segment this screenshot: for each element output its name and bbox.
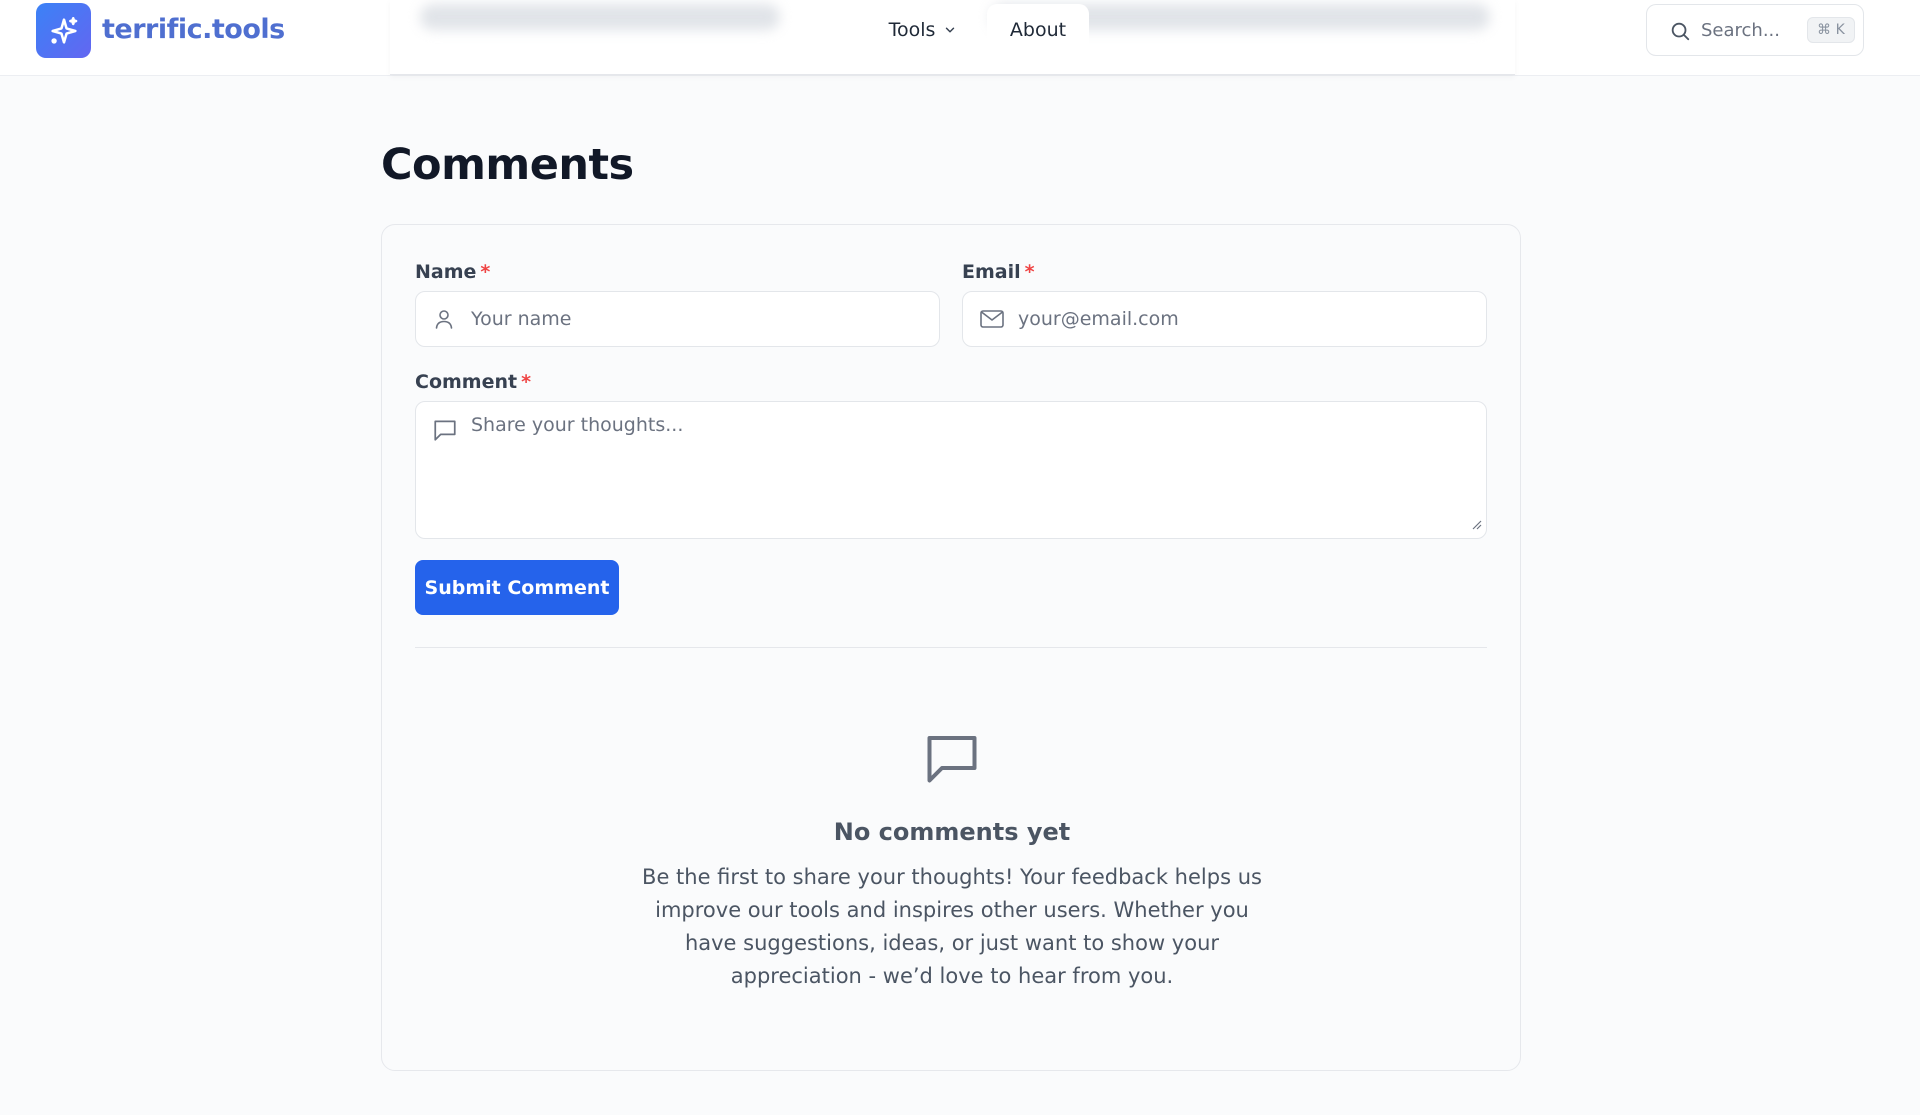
comment-textarea[interactable]: Share your thoughts... bbox=[415, 401, 1487, 539]
required-marker: * bbox=[480, 261, 491, 283]
nav-tools-label: Tools bbox=[888, 19, 936, 41]
required-marker: * bbox=[1024, 261, 1035, 283]
comment-label: Comment * bbox=[415, 371, 531, 393]
email-label: Email * bbox=[962, 261, 1035, 283]
comments-card: Name * Your name Email * your@email.com Co… bbox=[381, 224, 1521, 1071]
mail-icon bbox=[979, 307, 1005, 335]
nav-tools-button[interactable]: Tools bbox=[868, 4, 978, 56]
email-input[interactable]: your@email.com bbox=[962, 291, 1487, 347]
comment-bubble-icon bbox=[922, 728, 982, 792]
search-icon bbox=[1669, 20, 1691, 46]
required-marker: * bbox=[521, 371, 532, 393]
name-placeholder: Your name bbox=[471, 308, 572, 330]
email-placeholder: your@email.com bbox=[1018, 308, 1179, 330]
search-placeholder: Search... bbox=[1701, 20, 1781, 41]
user-icon bbox=[432, 307, 456, 335]
logo[interactable] bbox=[36, 3, 91, 58]
divider bbox=[415, 647, 1487, 648]
nav-about-link[interactable]: About bbox=[987, 4, 1089, 56]
resize-handle-icon[interactable] bbox=[1472, 515, 1482, 534]
empty-state-title: No comments yet bbox=[833, 818, 1071, 846]
name-label-text: Name bbox=[415, 261, 477, 283]
sparkle-icon bbox=[50, 16, 77, 44]
comment-label-text: Comment bbox=[415, 371, 518, 393]
name-input[interactable]: Your name bbox=[415, 291, 940, 347]
email-label-text: Email bbox=[962, 261, 1021, 283]
comment-placeholder: Share your thoughts... bbox=[471, 414, 684, 436]
submit-comment-button[interactable]: Submit Comment bbox=[415, 560, 619, 615]
search-button[interactable]: Search... ⌘ K bbox=[1646, 4, 1864, 56]
message-square-icon bbox=[432, 417, 458, 447]
search-shortcut-badge: ⌘ K bbox=[1807, 17, 1855, 43]
top-header: terrific.tools Tools About Search... ⌘ K bbox=[0, 0, 1920, 76]
page-title: Comments bbox=[381, 140, 634, 190]
chevron-down-icon bbox=[943, 23, 957, 37]
nav-about-label: About bbox=[1009, 19, 1067, 41]
brand-name[interactable]: terrific.tools bbox=[102, 14, 285, 45]
empty-state-text: Be the first to share your thoughts! You… bbox=[642, 865, 1262, 988]
name-label: Name * bbox=[415, 261, 490, 283]
